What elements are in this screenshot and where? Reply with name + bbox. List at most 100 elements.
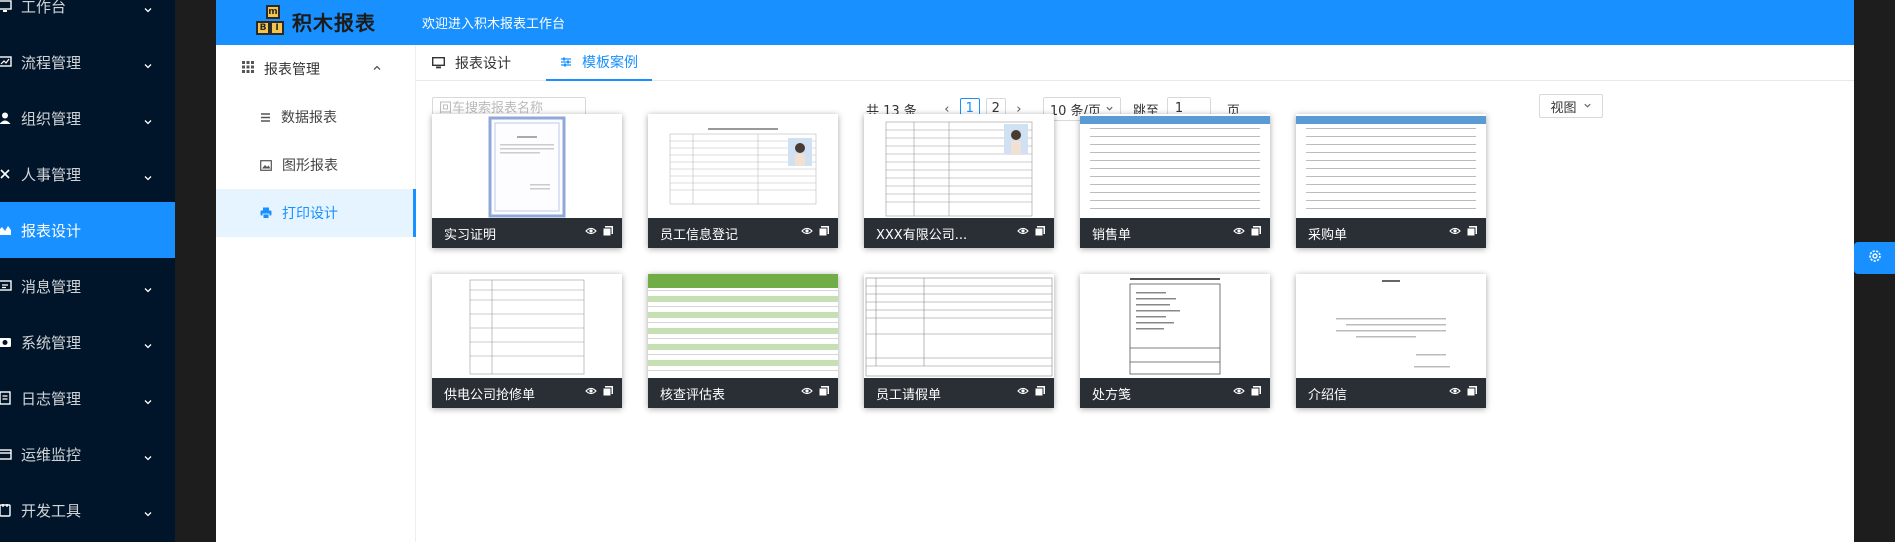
app-root: 工作台 流程管理 组织管理 人事管理 报表设计 消息管理 系统管理 日志管理 运…: [0, 0, 1895, 542]
chevron-up-icon: [372, 61, 382, 77]
logo-title: 积木报表: [292, 10, 376, 35]
settings-float-button[interactable]: [1854, 242, 1895, 274]
sidebar-item-message[interactable]: 消息管理: [0, 258, 175, 314]
message-icon: [0, 279, 13, 293]
card-title: 介绍信: [1308, 387, 1348, 403]
template-thumbnail: [864, 114, 1054, 218]
template-thumbnail: [864, 274, 1054, 378]
template-card[interactable]: 员工信息登记: [648, 114, 838, 248]
eye-icon[interactable]: [1017, 225, 1029, 241]
template-thumbnail: [648, 114, 838, 218]
sidebar-item-org[interactable]: 组织管理: [0, 90, 175, 146]
sidebar-item-log[interactable]: 日志管理: [0, 370, 175, 426]
copy-icon[interactable]: [1034, 385, 1046, 401]
template-card[interactable]: 核查评估表: [648, 274, 838, 408]
eye-icon[interactable]: [1017, 385, 1029, 401]
image-icon: [260, 159, 272, 171]
copy-icon[interactable]: [1466, 225, 1478, 241]
card-title: 供电公司抢修单: [444, 387, 536, 403]
submenu-item-print-design[interactable]: 打印设计: [216, 189, 416, 237]
tab-template-cases[interactable]: 模板案例: [546, 45, 652, 81]
copy-icon[interactable]: [1250, 385, 1262, 401]
list-icon: [260, 112, 271, 123]
welcome-text: 欢迎进入积木报表工作台: [422, 17, 566, 32]
template-card[interactable]: 销售单: [1080, 114, 1270, 248]
card-footer: 核查评估表: [648, 378, 838, 408]
eye-icon[interactable]: [1449, 385, 1461, 401]
user-icon: [0, 111, 13, 125]
template-card[interactable]: 处方笺: [1080, 274, 1270, 408]
view-select[interactable]: 视图: [1539, 94, 1603, 118]
template-thumbnail: [432, 114, 622, 218]
chart-area-icon: [0, 223, 13, 237]
template-card[interactable]: XXX有限公司...: [864, 114, 1054, 248]
main-content: 报表设计 模板案例 回车搜索报表名称 共 13 条 ‹ 1 2 › 10 条/页…: [416, 45, 1854, 542]
card-footer: 采购单: [1296, 218, 1486, 248]
logo-blocks: m B I: [256, 5, 290, 37]
report-submenu: 报表管理 数据报表 图形报表 打印设计: [216, 45, 416, 542]
desktop-icon: [432, 57, 445, 69]
submenu-item-chart-report[interactable]: 图形报表: [216, 141, 416, 189]
sliders-icon: [560, 56, 572, 68]
card-title: 采购单: [1308, 227, 1348, 243]
eye-icon[interactable]: [801, 225, 813, 241]
card-title: XXX有限公司...: [876, 227, 968, 243]
template-card[interactable]: 介绍信: [1296, 274, 1486, 408]
sidebar-item-devtools[interactable]: 开发工具: [0, 482, 175, 538]
chevron-down-icon: [143, 337, 153, 355]
template-thumbnail: [1080, 274, 1270, 378]
copy-icon[interactable]: [602, 385, 614, 401]
sidebar-item-workbench[interactable]: 工作台: [0, 0, 175, 34]
card-title: 销售单: [1092, 227, 1132, 243]
card-footer: 处方笺: [1080, 378, 1270, 408]
chevron-down-icon: [143, 113, 153, 131]
copy-icon[interactable]: [1034, 225, 1046, 241]
template-card[interactable]: 供电公司抢修单: [432, 274, 622, 408]
tab-label: 报表设计: [455, 56, 511, 72]
template-thumbnail: [1296, 114, 1486, 218]
template-thumbnail: [432, 274, 622, 378]
close-icon: [0, 167, 13, 181]
sidebar-item-flow[interactable]: 流程管理: [0, 34, 175, 90]
camera-icon: [0, 335, 13, 349]
gear-icon: [1867, 248, 1883, 268]
template-card[interactable]: 实习证明: [432, 114, 622, 248]
submenu-group-label: 报表管理: [264, 62, 320, 78]
sidebar-item-system[interactable]: 系统管理: [0, 314, 175, 370]
card-footer: 员工请假单: [864, 378, 1054, 408]
eye-icon[interactable]: [1449, 225, 1461, 241]
eye-icon[interactable]: [1233, 385, 1245, 401]
submenu-group-report-manage[interactable]: 报表管理: [216, 45, 416, 93]
template-card[interactable]: 采购单: [1296, 114, 1486, 248]
card-icon: [0, 447, 13, 461]
copy-icon[interactable]: [1250, 225, 1262, 241]
sidebar-item-hr[interactable]: 人事管理: [0, 146, 175, 202]
eye-icon[interactable]: [1233, 225, 1245, 241]
view-label: 视图: [1550, 100, 1577, 116]
template-card[interactable]: 员工请假单: [864, 274, 1054, 408]
logo-letter: B: [256, 21, 270, 35]
submenu-item-data-report[interactable]: 数据报表: [216, 93, 416, 141]
flow-icon: [0, 55, 13, 69]
sidebar-item-ops[interactable]: 运维监控: [0, 426, 175, 482]
copy-icon[interactable]: [1466, 385, 1478, 401]
eye-icon[interactable]: [585, 225, 597, 241]
sidebar-item-report-design[interactable]: 报表设计: [0, 202, 175, 258]
eye-icon[interactable]: [801, 385, 813, 401]
eye-icon[interactable]: [585, 385, 597, 401]
monitor-icon: [0, 0, 13, 13]
report-header: m B I 积木报表 欢迎进入积木报表工作台: [216, 0, 1854, 45]
card-title: 核查评估表: [660, 387, 726, 403]
logo-letter: m: [266, 5, 280, 19]
card-footer: 供电公司抢修单: [432, 378, 622, 408]
copy-icon[interactable]: [818, 225, 830, 241]
chevron-down-icon: [1583, 99, 1592, 114]
tab-report-design[interactable]: 报表设计: [432, 45, 511, 81]
printer-icon: [260, 207, 272, 219]
submenu-item-label: 打印设计: [282, 206, 338, 222]
tab-label: 模板案例: [582, 55, 638, 71]
main-sidebar: 工作台 流程管理 组织管理 人事管理 报表设计 消息管理 系统管理 日志管理 运…: [0, 0, 175, 542]
copy-icon[interactable]: [818, 385, 830, 401]
chevron-down-icon: [143, 57, 153, 75]
copy-icon[interactable]: [602, 225, 614, 241]
